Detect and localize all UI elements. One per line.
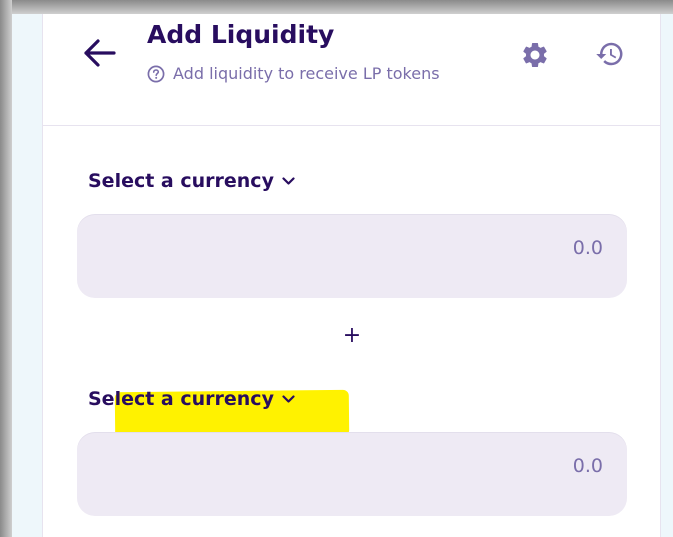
settings-button[interactable]	[517, 37, 553, 73]
window-frame-left	[0, 0, 12, 537]
window-frame-top	[0, 0, 673, 14]
currency-select-label: Select a currency	[88, 388, 274, 410]
plus-separator: +	[342, 323, 362, 348]
currency-select-label: Select a currency	[88, 170, 274, 192]
subtitle-text: Add liquidity to receive LP tokens	[173, 64, 440, 83]
page-title: Add Liquidity	[147, 20, 335, 49]
question-circle-icon[interactable]	[147, 65, 165, 83]
add-liquidity-card: Add Liquidity Add liquidity to receive L…	[42, 14, 661, 537]
currency-select-a[interactable]: Select a currency	[88, 170, 295, 192]
amount-input-b[interactable]	[301, 454, 605, 478]
currency-select-b[interactable]: Select a currency	[88, 388, 295, 410]
amount-input-a[interactable]	[301, 236, 605, 260]
chevron-down-icon	[282, 394, 295, 403]
chevron-down-icon	[282, 176, 295, 185]
history-icon	[596, 42, 623, 66]
arrow-left-icon	[84, 39, 116, 67]
amount-box-a	[77, 214, 627, 298]
page-subtitle: Add liquidity to receive LP tokens	[147, 64, 440, 83]
history-button[interactable]	[592, 36, 628, 72]
amount-box-b	[77, 432, 627, 516]
gear-icon	[523, 43, 547, 67]
back-button[interactable]	[81, 34, 119, 72]
card-header: Add Liquidity Add liquidity to receive L…	[43, 14, 660, 126]
